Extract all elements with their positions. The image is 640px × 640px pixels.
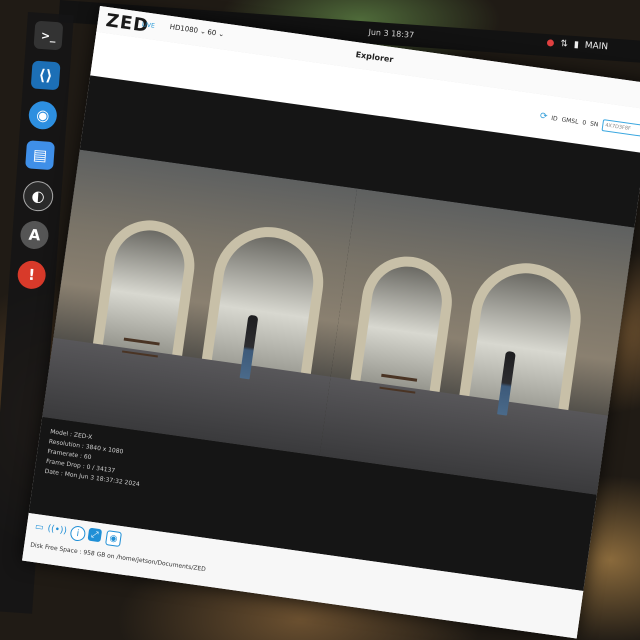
camera-index[interactable]: 0 <box>582 119 587 126</box>
zed-explorer-window: ZED LIVE HD1080 ⌄ 60 ⌄ Explorer ⟳ ID GMS… <box>22 6 640 639</box>
arduino-icon[interactable]: A <box>19 220 50 250</box>
system-clock[interactable]: Jun 3 18:37 <box>368 28 414 40</box>
camera-selector: ⟳ ID GMSL 0 SN 4X7D3F8F <box>539 110 640 137</box>
fps-select[interactable]: 60 ⌄ <box>207 28 225 38</box>
terminal-icon[interactable]: >_ <box>33 20 64 51</box>
files-icon[interactable]: ▤ <box>25 140 55 171</box>
info-icon[interactable]: i <box>69 525 87 543</box>
fps-value: 60 <box>206 28 217 38</box>
right-camera-image <box>319 188 635 495</box>
camera-info-overlay: Model : ZED-X Resolution : 3840 x 1080 F… <box>44 427 146 490</box>
chevron-down-icon: ⌄ <box>199 27 207 36</box>
fullscreen-icon[interactable]: ⤢ <box>87 527 103 543</box>
record-icon[interactable]: ((•)) <box>47 522 68 537</box>
folder-icon[interactable]: ▭ <box>32 520 47 535</box>
camera-type-select[interactable]: GMSL <box>561 116 579 125</box>
resolution-select[interactable]: HD1080 ⌄ <box>169 23 206 36</box>
system-tray: ● ⇅ ▮ MAIN <box>546 38 608 52</box>
camera-id-label: ID <box>550 114 559 123</box>
camera-icon[interactable]: ◉ <box>105 530 122 548</box>
vscode-icon[interactable]: ⟨⟩ <box>30 60 61 91</box>
video-viewer[interactable]: Model : ZED-X Resolution : 3840 x 1080 F… <box>28 75 640 591</box>
refresh-icon[interactable]: ⟳ <box>539 111 548 122</box>
record-indicator-icon[interactable]: ● <box>546 38 555 49</box>
tray-label[interactable]: MAIN <box>584 41 608 53</box>
obs-icon[interactable]: ◐ <box>22 180 55 213</box>
serial-number-field[interactable]: 4X7D3F8F <box>601 119 640 137</box>
chevron-down-icon: ⌄ <box>217 29 225 39</box>
lock-icon[interactable]: ▮ <box>574 40 580 50</box>
window-title: Explorer <box>355 50 394 65</box>
network-icon[interactable]: ⇅ <box>560 39 568 50</box>
sn-label: SN <box>589 119 599 128</box>
resolution-value: HD1080 <box>169 22 199 35</box>
alert-icon[interactable]: ! <box>16 259 47 290</box>
chromium-icon[interactable]: ◉ <box>27 100 58 131</box>
left-camera-image <box>42 149 358 456</box>
